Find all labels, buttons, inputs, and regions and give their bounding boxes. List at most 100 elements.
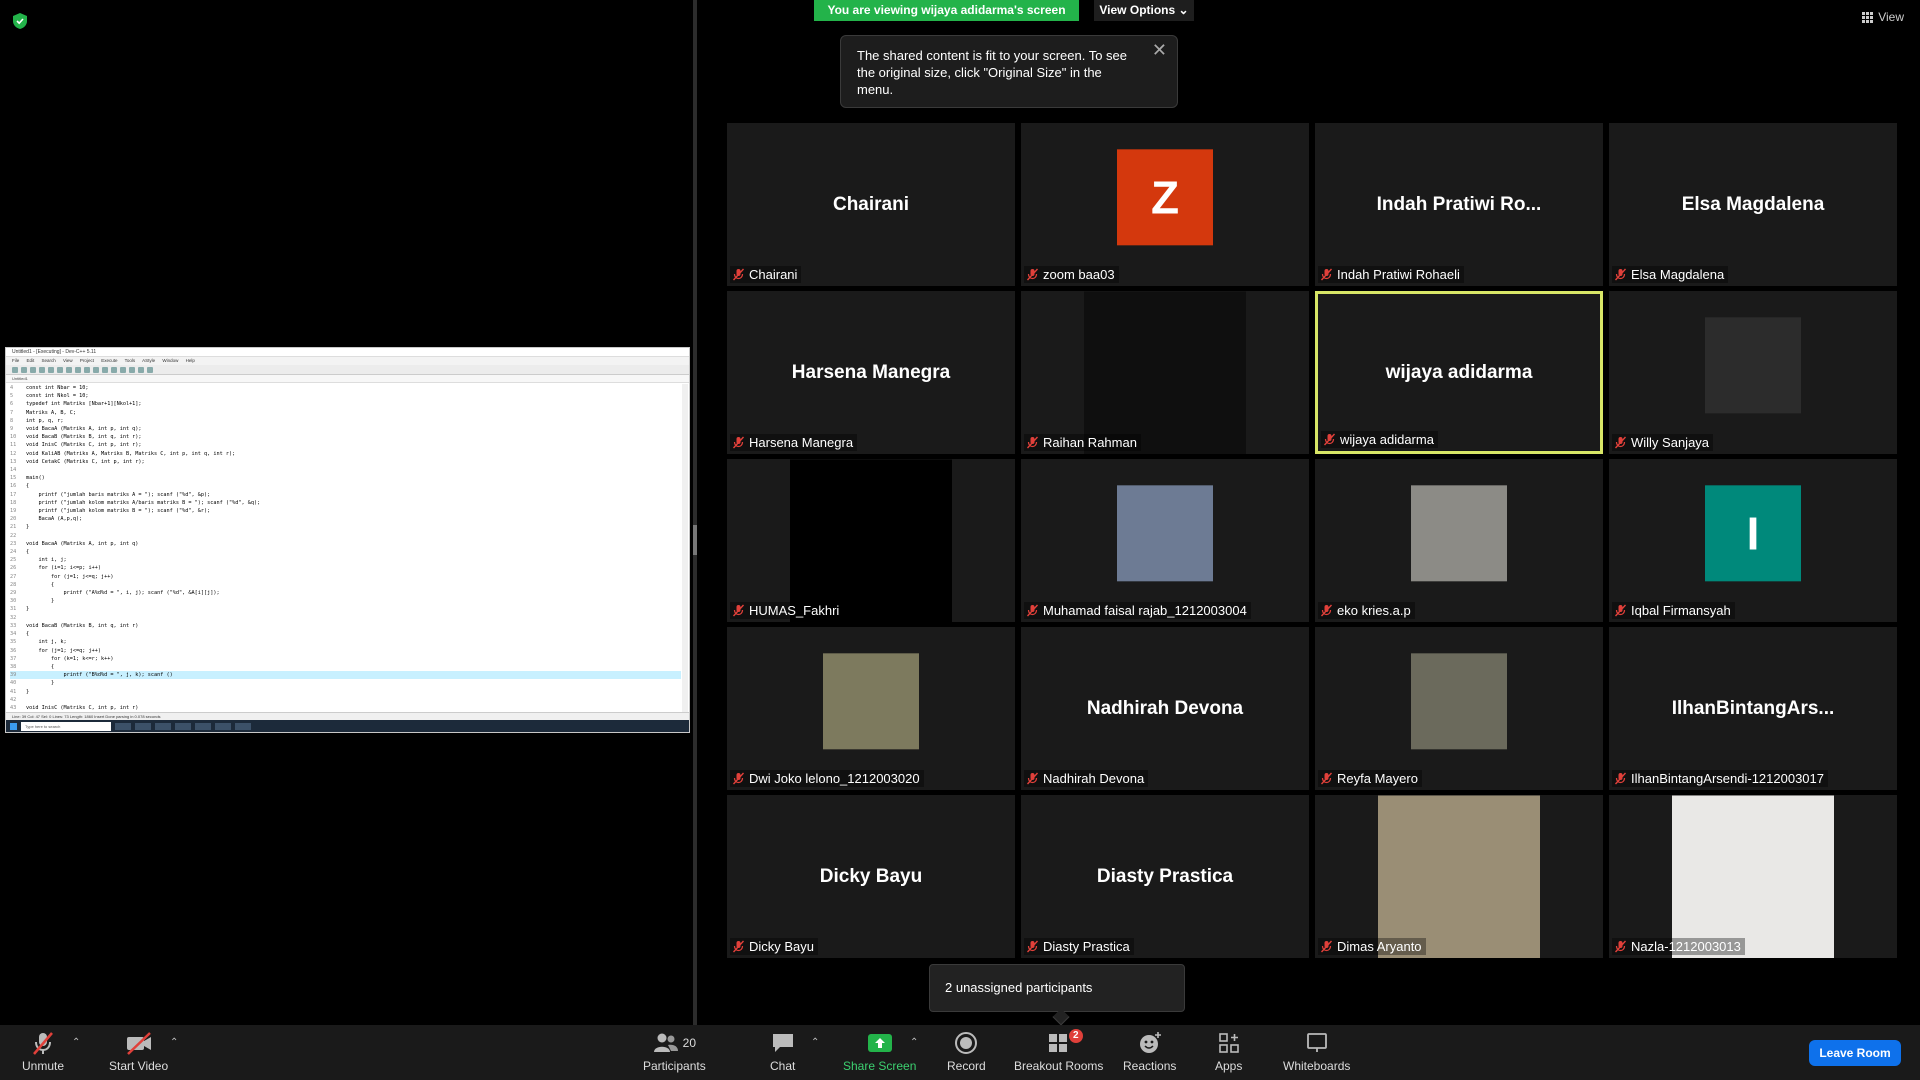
breakout-rooms-label: Breakout Rooms [1014, 1059, 1104, 1073]
ide-menubar: File Edit Search View Project Execute To… [6, 357, 689, 365]
participant-tile[interactable]: Nazla-1212003013 [1609, 795, 1897, 958]
participants-label: Participants [643, 1059, 706, 1073]
viewing-screen-banner: You are viewing wijaya adidarma's screen [814, 0, 1079, 21]
participant-tile[interactable]: Elsa Magdalena Elsa Magdalena [1609, 123, 1897, 286]
participant-tile[interactable]: Dwi Joko lelono_1212003020 [727, 627, 1015, 790]
participant-tile[interactable]: Raihan Rahman [1021, 291, 1309, 454]
unmute-button[interactable]: Unmute [22, 1030, 64, 1073]
unassigned-participants-popup[interactable]: 2 unassigned participants [929, 964, 1185, 1012]
participant-name: Nazla-1212003013 [1631, 939, 1741, 954]
split-divider-handle[interactable] [693, 525, 697, 555]
line-text: } [26, 598, 55, 605]
record-button[interactable]: Record [947, 1030, 986, 1073]
line-number: 21 [10, 524, 17, 531]
code-line: 28 { [10, 581, 681, 589]
leave-room-button[interactable]: Leave Room [1809, 1040, 1901, 1066]
line-number: 28 [10, 581, 17, 588]
zoom-window: Untitled1 - [Executing] - Dev-C++ 5.11 F… [0, 0, 1920, 1080]
meeting-toolbar: Unmute ⌃ Start Video ⌃ 20 Participants C… [0, 1025, 1920, 1080]
ide-tab: Untitled1 [6, 375, 689, 383]
line-number: 6 [10, 401, 14, 408]
participant-name-bar: IlhanBintangArsendi-1212003017 [1612, 770, 1828, 787]
line-number: 7 [10, 409, 14, 416]
video-options-caret[interactable]: ⌃ [170, 1037, 178, 1048]
line-text: printf ("jumlah kolom matriks B = "); sc… [26, 508, 211, 515]
share-screen-icon [867, 1034, 892, 1052]
line-text: printf ("jumlah kolom matriks A/baris ma… [26, 499, 261, 506]
code-line: 29 printf ("A%d%d = ", i, j); scanf ("%d… [10, 589, 681, 597]
line-text: void BacaA (Matriks A, int p, int q) [26, 540, 139, 547]
line-text: printf ("B%d%d = ", j, k); scanf () [26, 672, 173, 679]
code-line: 37 for (k=1; k<=r; k++) [10, 655, 681, 663]
code-line: 27 for (j=1; j<=q; j++) [10, 573, 681, 581]
line-number: 5 [10, 393, 14, 400]
participant-tile[interactable]: Indah Pratiwi Ro... Indah Pratiwi Rohaeli [1315, 123, 1603, 286]
shared-screen-content[interactable]: Untitled1 - [Executing] - Dev-C++ 5.11 F… [5, 347, 690, 733]
whiteboards-button[interactable]: Whiteboards [1283, 1030, 1350, 1073]
reactions-button[interactable]: Reactions [1123, 1030, 1176, 1073]
line-text: void BacaB (Matriks B, int q, int r) [26, 622, 139, 629]
close-icon[interactable]: ✕ [1152, 41, 1167, 59]
line-text: int j, k; [26, 639, 67, 646]
participant-tile[interactable]: IlhanBintangArs... IlhanBintangArsendi-12… [1609, 627, 1897, 790]
participant-tile[interactable]: eko kries.a.p [1315, 459, 1603, 622]
line-number: 27 [10, 573, 17, 580]
participant-tile[interactable]: Nadhirah Devona Nadhirah Devona [1021, 627, 1309, 790]
participant-tile[interactable]: Harsena Manegra Harsena Manegra [727, 291, 1015, 454]
participant-name: Raihan Rahman [1043, 435, 1137, 450]
participant-tile[interactable]: Chairani Chairani [727, 123, 1015, 286]
participant-tile[interactable]: Reyfa Mayero [1315, 627, 1603, 790]
participant-name-bar: Iqbal Firmansyah [1612, 602, 1735, 619]
breakout-rooms-button[interactable]: Breakout Rooms [1014, 1030, 1103, 1073]
line-number: 30 [10, 598, 17, 605]
profile-photo [1411, 484, 1507, 581]
chat-button[interactable]: Chat [770, 1030, 795, 1073]
share-options-caret[interactable]: ⌃ [910, 1037, 918, 1048]
participant-tile[interactable]: Dimas Aryanto [1315, 795, 1603, 958]
participant-name: Dimas Aryanto [1337, 939, 1422, 954]
participant-name: eko kries.a.p [1337, 603, 1411, 618]
code-line: 23 void BacaA (Matriks A, int p, int q) [10, 540, 681, 548]
line-text: printf ("jumlah baris matriks A = "); sc… [26, 491, 211, 498]
line-text: BacaA (A,p,q); [26, 516, 83, 523]
ide-title: Untitled1 - [Executing] - Dev-C++ 5.11 [6, 348, 689, 357]
line-text: } [26, 606, 30, 613]
participant-tile[interactable]: HUMAS_Fakhri [727, 459, 1015, 622]
video-feed [1378, 795, 1540, 958]
chat-options-caret[interactable]: ⌃ [811, 1037, 819, 1048]
participant-display-name: Harsena Manegra [791, 361, 951, 383]
participant-display-name: Diasty Prastica [1096, 865, 1234, 887]
participants-count: 20 [682, 1036, 697, 1050]
microphone-muted-icon [1614, 604, 1627, 617]
line-number: 32 [10, 614, 17, 621]
view-button[interactable]: View [1862, 10, 1904, 24]
participant-name-bar: Raihan Rahman [1024, 434, 1141, 451]
view-options-button[interactable]: View Options ⌄ [1094, 0, 1194, 21]
participant-tile[interactable]: Muhamad faisal rajab_1212003004 [1021, 459, 1309, 622]
apps-button[interactable]: Apps [1215, 1030, 1242, 1073]
avatar: Z [1117, 148, 1213, 245]
participant-name-bar: Dimas Aryanto [1318, 938, 1426, 955]
participant-tile[interactable]: I Iqbal Firmansyah [1609, 459, 1897, 622]
participant-tile[interactable]: wijaya adidarma wijaya adidarma [1315, 291, 1603, 454]
participant-display-name: Chairani [832, 193, 910, 215]
start-video-button[interactable]: Start Video [109, 1030, 168, 1073]
line-number: 35 [10, 639, 17, 646]
participant-tile[interactable]: Diasty Prastica Diasty Prastica [1021, 795, 1309, 958]
line-number: 42 [10, 696, 17, 703]
code-line: 14 [10, 466, 681, 474]
line-number: 4 [10, 385, 14, 391]
participant-tile[interactable]: Zzoom baa03 [1021, 123, 1309, 286]
participant-name: Elsa Magdalena [1631, 267, 1725, 282]
line-number: 25 [10, 557, 17, 564]
participant-tile[interactable]: Willy Sanjaya [1609, 291, 1897, 454]
participants-button[interactable]: 20 Participants [643, 1030, 706, 1073]
share-screen-button[interactable]: Share Screen [843, 1030, 916, 1073]
security-shield-icon[interactable] [12, 12, 28, 30]
participant-name-bar: wijaya adidarma [1321, 431, 1438, 448]
split-divider[interactable] [693, 0, 697, 1025]
line-number: 9 [10, 426, 14, 433]
participant-tile[interactable]: Dicky Bayu Dicky Bayu [727, 795, 1015, 958]
code-line: 34 { [10, 630, 681, 638]
audio-options-caret[interactable]: ⌃ [72, 1037, 80, 1048]
